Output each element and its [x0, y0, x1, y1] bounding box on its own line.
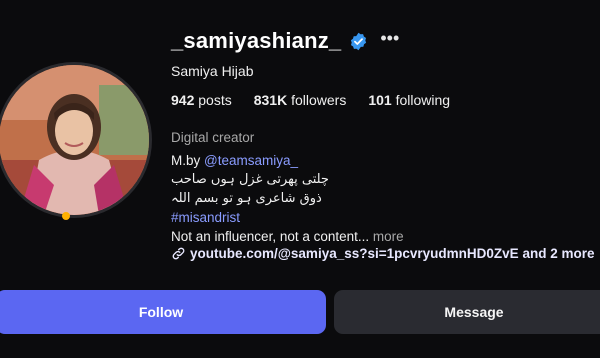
- follow-button[interactable]: Follow: [0, 290, 326, 334]
- avatar-photo: [0, 65, 149, 215]
- bio-tagline-line: Not an influencer, not a content... more: [171, 227, 404, 246]
- bio-tagline: Not an influencer, not a content...: [171, 229, 370, 244]
- profile-avatar[interactable]: [0, 62, 152, 218]
- bio-mention-line: M.by @teamsamiya_: [171, 151, 404, 170]
- profile-stats: 942 posts 831K followers 101 following: [171, 92, 450, 108]
- posts-count: 942: [171, 92, 195, 108]
- bio-mention-link[interactable]: @teamsamiya_: [204, 153, 298, 168]
- followers-label: followers: [291, 92, 347, 108]
- website-url[interactable]: youtube.com/@samiya_ss?si=1pcvryudmnHD0Z…: [190, 246, 519, 261]
- link-chain-icon: [172, 247, 185, 260]
- following-stat[interactable]: 101 following: [368, 92, 450, 108]
- message-button[interactable]: Message: [334, 290, 600, 334]
- website-link[interactable]: youtube.com/@samiya_ss?si=1pcvryudmnHD0Z…: [171, 246, 594, 261]
- more-options-icon[interactable]: •••: [380, 29, 399, 47]
- full-name: Samiya Hijab: [171, 63, 254, 79]
- username: _samiyashianz_: [171, 28, 342, 53]
- bio-more-button[interactable]: more: [373, 229, 404, 244]
- username-row: _samiyashianz_ •••: [171, 28, 399, 54]
- posts-label: posts: [198, 92, 232, 108]
- story-indicator: [62, 212, 70, 220]
- bio-urdu-line-1: چلتی پھرتی غزل ہوں صاحب: [171, 172, 329, 187]
- following-count: 101: [368, 92, 392, 108]
- category-label: Digital creator: [171, 130, 255, 145]
- followers-count: 831K: [253, 92, 288, 108]
- bio-mention-prefix: M.by: [171, 153, 205, 168]
- bio-urdu-line-2: ذوق شاعری ہو تو بسم اللہ: [171, 191, 322, 206]
- followers-stat[interactable]: 831K followers: [254, 92, 347, 108]
- bio-hashtag-link[interactable]: #misandrist: [171, 208, 404, 227]
- avatar-illustration: [0, 65, 149, 215]
- bio: M.by @teamsamiya_ چلتی پھرتی غزل ہوں صاح…: [171, 151, 404, 246]
- following-label: following: [395, 92, 451, 108]
- verified-badge-icon: [351, 32, 367, 50]
- posts-stat: 942 posts: [171, 92, 232, 108]
- website-more[interactable]: and 2 more: [522, 246, 594, 261]
